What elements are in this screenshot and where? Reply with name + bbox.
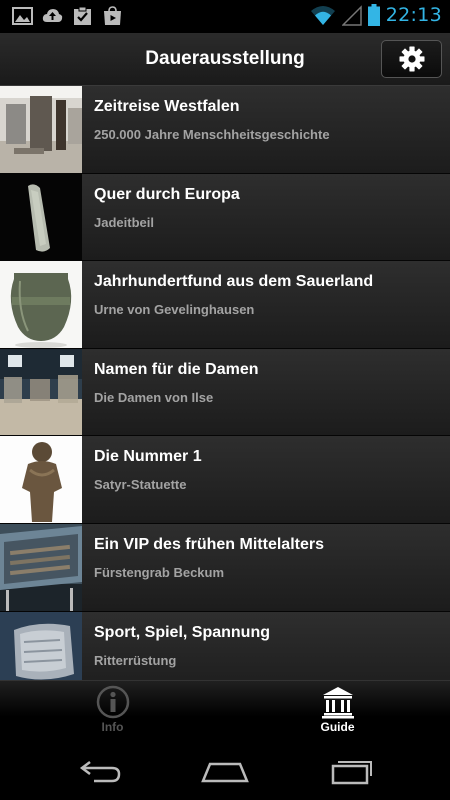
home-icon — [201, 762, 249, 783]
museum-icon — [321, 687, 354, 719]
list-item[interactable]: Zeitreise Westfalen 250.000 Jahre Mensch… — [0, 86, 450, 174]
exhibit-thumbnail — [0, 611, 82, 680]
list-item[interactable]: Sport, Spiel, Spannung Ritterrüstung — [0, 611, 450, 680]
list-item-subtitle: Satyr-Statuette — [94, 477, 187, 493]
play-store-icon — [104, 6, 121, 25]
settings-button[interactable] — [381, 40, 442, 78]
list-item-subtitle: Fürstengrab Beckum — [94, 564, 225, 580]
exhibit-thumbnail — [0, 86, 82, 173]
tab-guide[interactable]: Guide — [225, 681, 450, 741]
cloud-upload-icon — [42, 9, 63, 22]
list-item[interactable]: Namen für die Damen Die Damen von Ilse — [0, 348, 450, 437]
recent-apps-icon — [331, 761, 372, 785]
wifi-icon — [310, 6, 335, 25]
back-icon — [79, 761, 121, 783]
clipboard-check-icon — [74, 6, 91, 25]
back-button[interactable] — [72, 756, 128, 786]
list-item-title: Jahrhundertfund aus dem Sauerland — [94, 273, 374, 291]
exhibit-thumbnail — [0, 261, 82, 348]
list-item-title: Die Nummer 1 — [94, 448, 202, 466]
tab-guide-label: Guide — [320, 720, 355, 734]
exhibit-thumbnail — [0, 348, 82, 436]
battery-icon — [367, 4, 380, 26]
exhibit-list: Zeitreise Westfalen 250.000 Jahre Mensch… — [0, 86, 450, 680]
list-item[interactable]: Jahrhundertfund aus dem Sauerland Urne v… — [0, 261, 450, 349]
image-icon — [12, 7, 33, 25]
exhibit-thumbnail — [0, 436, 82, 523]
list-item[interactable]: Die Nummer 1 Satyr-Statuette — [0, 436, 450, 524]
info-icon — [96, 685, 129, 719]
list-item-title: Ein VIP des frühen Mittelalters — [94, 535, 324, 553]
list-item[interactable]: Ein VIP des frühen Mittelalters Fürsteng… — [0, 523, 450, 612]
list-item-subtitle: Jadeitbeil — [94, 214, 154, 230]
tab-info[interactable]: Info — [0, 681, 225, 741]
recent-apps-button[interactable] — [323, 756, 379, 786]
exhibit-thumbnail — [0, 173, 82, 261]
action-bar: Dauerausstellung — [0, 33, 450, 86]
list-item-subtitle: Ritterrüstung — [94, 652, 177, 668]
list-item-title: Namen für die Damen — [94, 360, 259, 378]
list-item[interactable]: Quer durch Europa Jadeitbeil — [0, 173, 450, 262]
tab-info-label: Info — [101, 720, 124, 734]
signal-icon — [341, 5, 362, 26]
list-item-subtitle: Urne von Gevelinghausen — [94, 302, 255, 318]
status-bar: 22:13 — [0, 0, 450, 33]
gear-icon — [399, 46, 424, 72]
navigation-bar — [0, 740, 450, 800]
list-item-title: Quer durch Europa — [94, 185, 240, 203]
exhibit-thumbnail — [0, 523, 82, 611]
list-item-subtitle: 250.000 Jahre Menschheitsgeschichte — [94, 127, 330, 142]
list-item-title: Zeitreise Westfalen — [94, 98, 240, 115]
list-item-subtitle: Die Damen von Ilse — [94, 389, 214, 405]
list-item-title: Sport, Spiel, Spannung — [94, 623, 270, 641]
home-button[interactable] — [197, 756, 253, 786]
clock: 22:13 — [385, 4, 442, 26]
tab-bar: Info Guide — [0, 680, 450, 740]
